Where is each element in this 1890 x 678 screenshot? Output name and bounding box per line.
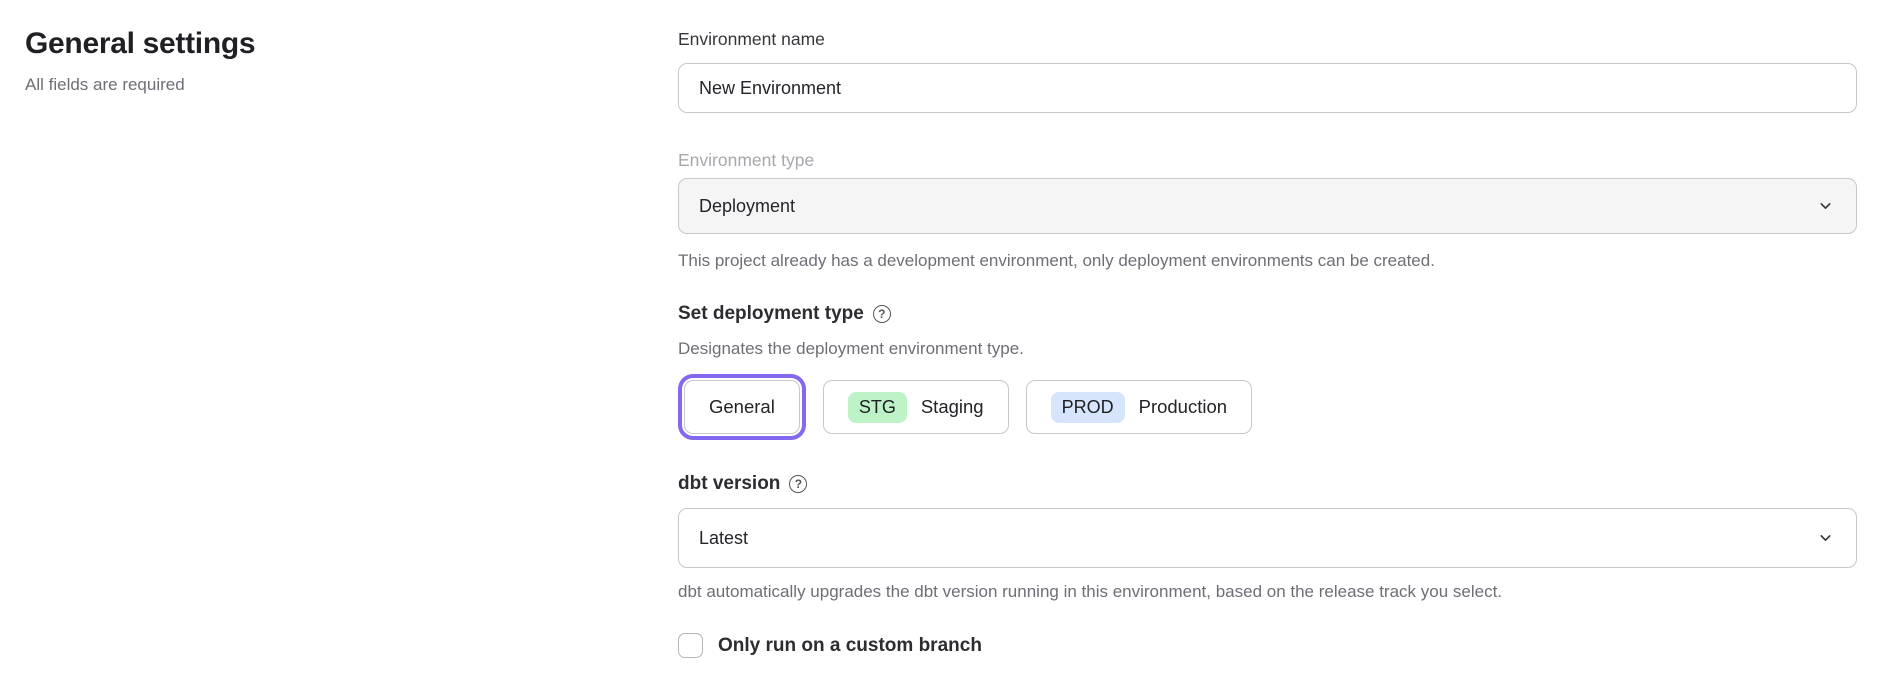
- option-general-label: General: [709, 396, 775, 418]
- custom-branch-checkbox[interactable]: [678, 633, 703, 658]
- environment-name-input[interactable]: [678, 63, 1857, 113]
- deployment-type-label: Set deployment type ?: [678, 302, 1857, 326]
- custom-branch-label: Only run on a custom branch: [718, 635, 982, 657]
- chevron-down-icon: [1817, 530, 1834, 547]
- environment-type-select: Deployment: [678, 178, 1857, 234]
- environment-type-value: Deployment: [699, 196, 795, 217]
- deployment-type-option-production[interactable]: PROD Production: [1026, 380, 1252, 434]
- environment-type-helper: This project already has a development e…: [678, 250, 1857, 272]
- help-icon[interactable]: ?: [789, 475, 807, 493]
- dbt-version-value: Latest: [699, 528, 748, 549]
- deployment-type-option-general[interactable]: General: [684, 380, 800, 434]
- deployment-type-options: General STG Staging PROD Production: [678, 373, 1857, 441]
- chevron-down-icon: [1817, 198, 1834, 215]
- custom-branch-row: Only run on a custom branch: [678, 633, 1857, 658]
- dbt-version-helper: dbt automatically upgrades the dbt versi…: [678, 581, 1857, 603]
- environment-settings-form: Environment name Environment type Deploy…: [678, 28, 1857, 658]
- dbt-version-label: dbt version ?: [678, 472, 1857, 496]
- staging-badge: STG: [848, 392, 907, 423]
- page-subtitle: All fields are required: [25, 74, 625, 96]
- option-production-label: Production: [1139, 396, 1227, 418]
- environment-type-label: Environment type: [678, 149, 1857, 171]
- deployment-type-label-text: Set deployment type: [678, 302, 864, 326]
- page-title: General settings: [25, 26, 625, 62]
- deployment-type-option-staging[interactable]: STG Staging: [823, 380, 1009, 434]
- production-badge: PROD: [1051, 392, 1125, 423]
- dbt-version-label-text: dbt version: [678, 472, 780, 496]
- settings-header: General settings All fields are required: [25, 26, 625, 96]
- deployment-type-helper: Designates the deployment environment ty…: [678, 338, 1857, 360]
- option-staging-label: Staging: [921, 396, 984, 418]
- dbt-version-select[interactable]: Latest: [678, 508, 1857, 568]
- environment-name-label: Environment name: [678, 28, 1857, 50]
- help-icon[interactable]: ?: [873, 305, 891, 323]
